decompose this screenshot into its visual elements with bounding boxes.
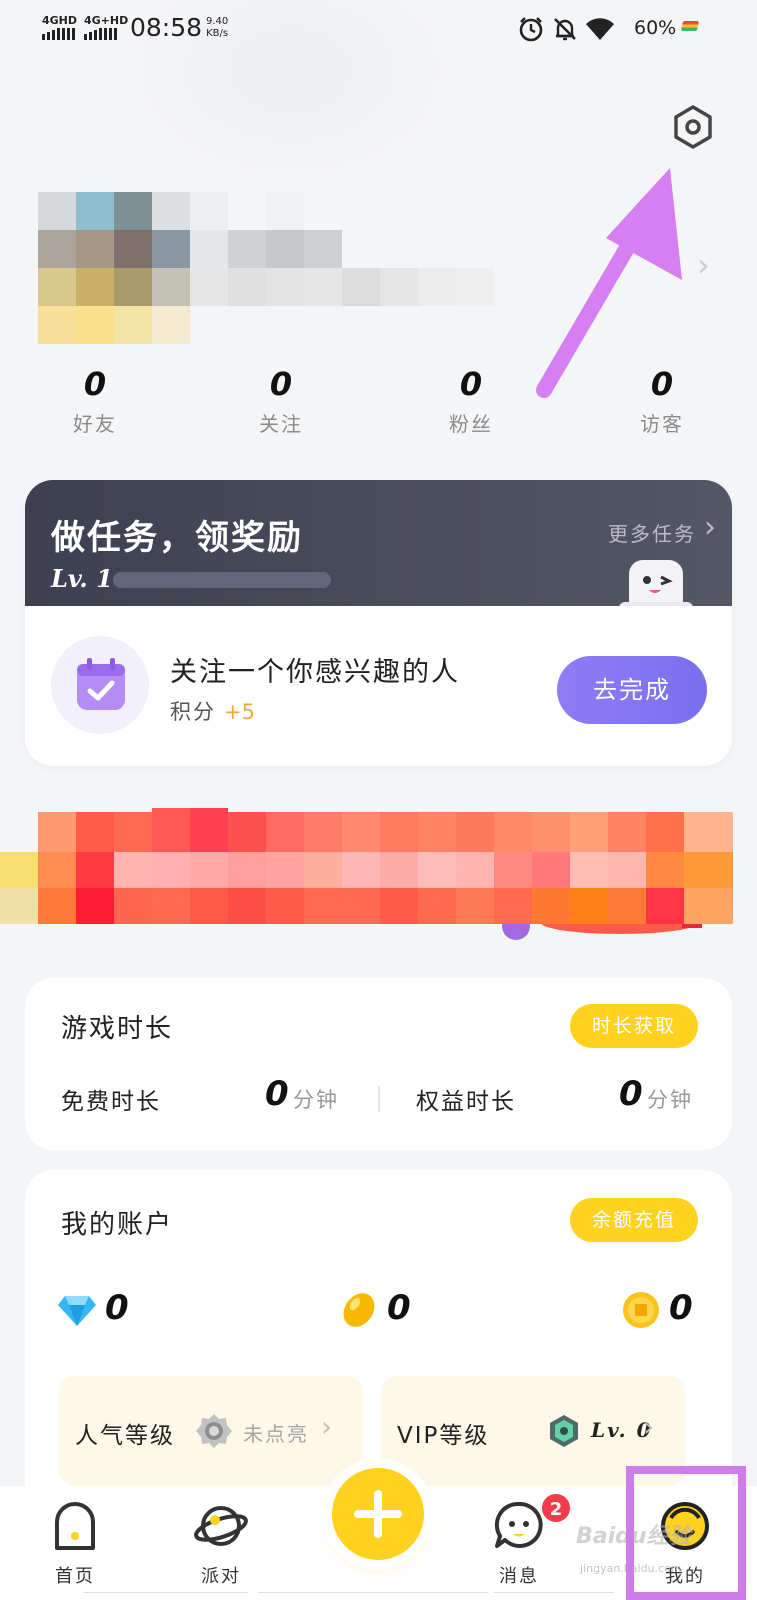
wifi-icon (586, 18, 614, 40)
game-time-card: 游戏时长 时长获取 免费时长 0 分钟 权益时长 0 分钟 (25, 978, 732, 1150)
popularity-medal-icon (196, 1414, 232, 1448)
vip-badge-icon (550, 1415, 578, 1447)
task-item: 关注一个你感兴趣的人 积分 +5 去完成 (25, 606, 732, 766)
stat-fans-label: 粉丝 (449, 412, 493, 436)
popularity-level-card[interactable]: 人气等级 未点亮 › (59, 1376, 363, 1486)
nav-party-label: 派对 (201, 1566, 241, 1587)
vip-chevron-icon: › (643, 1410, 655, 1443)
task-card-title: 做任务，领奖励 (51, 518, 303, 558)
plus-icon (354, 1490, 402, 1538)
game-time-title: 游戏时长 (61, 1014, 174, 1044)
bean-icon (343, 1293, 375, 1327)
battery-level: 60% (634, 17, 677, 39)
home-icon (55, 1502, 95, 1550)
task-name: 关注一个你感兴趣的人 (170, 657, 460, 688)
stat-following[interactable]: 0 关注 (216, 364, 346, 437)
popularity-level-label: 人气等级 (75, 1423, 175, 1449)
alarm-icon (519, 17, 543, 42)
create-fab-button[interactable] (332, 1468, 424, 1560)
level-progress-bar (113, 572, 331, 588)
task-icon-wrap (51, 636, 149, 734)
calendar-check-icon (77, 658, 125, 710)
stat-friends-value: 0 (83, 365, 107, 403)
settings-hexagon-icon (674, 105, 712, 149)
signal-2-icon (84, 28, 117, 40)
message-badge: 2 (540, 1492, 572, 1524)
network-speed: 9.40 KB/s (206, 16, 228, 40)
nav-home-label: 首页 (55, 1566, 95, 1587)
message-icon (494, 1501, 543, 1548)
task-points: 积分 +5 (170, 696, 255, 726)
task-complete-button[interactable]: 去完成 (557, 656, 707, 724)
divider (378, 1086, 380, 1112)
stat-visitors-value: 0 (650, 365, 674, 403)
status-bar: 4GHD 4G+HD 08:58 9.40 KB/s 60% (0, 0, 757, 60)
popularity-level-status: 未点亮 (243, 1422, 309, 1446)
rights-time-unit: 分钟 (647, 1088, 693, 1112)
free-time-label: 免费时长 (61, 1089, 161, 1115)
stat-visitors-label: 访客 (640, 412, 684, 436)
stat-fans[interactable]: 0 粉丝 (406, 364, 536, 437)
rights-time-value: 0 (619, 1074, 643, 1114)
promo-banner[interactable] (0, 808, 733, 948)
stat-visitors[interactable]: 0 访客 (597, 364, 727, 437)
vip-level-label: VIP等级 (397, 1423, 490, 1449)
mute-icon (554, 18, 576, 41)
more-tasks-link[interactable]: 更多任务 (608, 518, 696, 547)
nav-messages-label: 消息 (499, 1566, 539, 1587)
signal-1-icon (42, 28, 75, 40)
diamond-icon (58, 1296, 96, 1326)
coin-balance: 0 (669, 1288, 693, 1328)
free-time-value: 0 (265, 1074, 289, 1114)
stat-friends[interactable]: 0 好友 (30, 364, 160, 437)
coin-icon (623, 1292, 659, 1328)
status-time: 08:58 (130, 13, 203, 42)
watermark: Baidu经验 (576, 1524, 691, 1549)
free-time-unit: 分钟 (293, 1088, 339, 1112)
rights-time-label: 权益时长 (416, 1089, 516, 1115)
task-points-value: +5 (224, 700, 255, 724)
task-card: 做任务，领奖励 更多任务 › Lv. 1 关注一个你感兴趣的人 积分 +5 去完成 (25, 480, 732, 766)
stat-following-label: 关注 (259, 412, 303, 436)
nav-party[interactable]: 派对 (166, 1486, 276, 1600)
more-tasks-chevron-icon[interactable]: › (704, 510, 716, 545)
profile-chevron-icon[interactable]: › (697, 246, 710, 284)
task-card-header: 做任务，领奖励 更多任务 › Lv. 1 (25, 480, 732, 616)
bean-balance: 0 (387, 1288, 411, 1328)
stat-following-value: 0 (269, 365, 293, 403)
profile-avatar-mosaic[interactable] (38, 192, 494, 348)
stat-fans-value: 0 (459, 365, 483, 403)
popularity-chevron-icon: › (321, 1410, 333, 1443)
signal-1-label: 4GHD (42, 14, 78, 27)
profile-stats: 0 好友 0 关注 0 粉丝 0 访客 (0, 364, 757, 444)
settings-button[interactable] (670, 104, 716, 150)
get-time-button[interactable]: 时长获取 (570, 1004, 698, 1048)
home-indicator-right (494, 1592, 614, 1600)
task-points-label: 积分 (170, 700, 216, 724)
party-planet-icon (194, 1506, 248, 1546)
diamond-balance: 0 (105, 1288, 129, 1328)
vip-level-card[interactable]: VIP等级 Lv. 0 › (381, 1376, 685, 1486)
battery-icon (680, 21, 700, 31)
home-indicator-center (258, 1592, 488, 1600)
home-indicator-left (84, 1592, 248, 1600)
watermark-url: jingyan.baidu.com (580, 1562, 682, 1575)
task-level: Lv. 1 (51, 564, 113, 593)
account-title: 我的账户 (61, 1210, 174, 1240)
stat-friends-label: 好友 (73, 412, 117, 436)
network-speed-unit: KB/s (206, 28, 229, 39)
signal-2-label: 4G+HD (84, 14, 129, 27)
recharge-button[interactable]: 余额充值 (570, 1198, 698, 1242)
nav-home[interactable]: 首页 (20, 1486, 130, 1600)
network-speed-value: 9.40 (206, 16, 229, 27)
